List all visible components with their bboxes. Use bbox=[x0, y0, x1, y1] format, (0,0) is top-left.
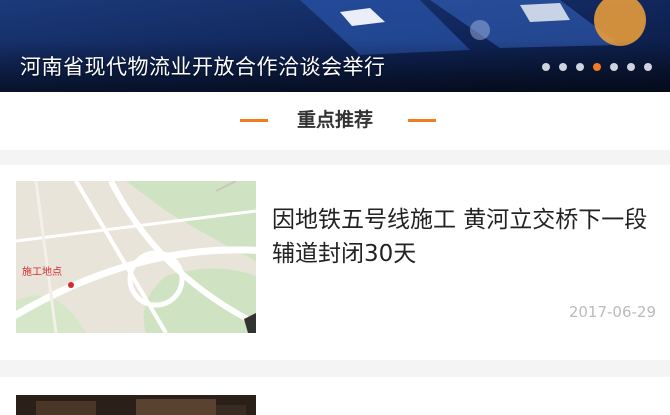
carousel-dot[interactable] bbox=[576, 63, 584, 71]
carousel-dot[interactable] bbox=[627, 63, 635, 71]
photo-image bbox=[16, 395, 256, 415]
news-item[interactable]: 施工地点 因地铁五号线施工 黄河立交桥下一段辅道封闭30天 2017-06-29 bbox=[0, 165, 670, 360]
carousel-indicators bbox=[542, 63, 652, 71]
map-thumbnail[interactable]: 施工地点 bbox=[16, 181, 256, 333]
banner-carousel[interactable]: 河南省现代物流业开放合作洽谈会举行 bbox=[0, 0, 670, 92]
news-title[interactable]: 因地铁五号线施工 黄河立交桥下一段辅道封闭30天 bbox=[272, 203, 652, 271]
section-title: 重点推荐 bbox=[296, 109, 373, 131]
carousel-dot[interactable] bbox=[610, 63, 618, 71]
news-date: 2017-06-29 bbox=[568, 303, 656, 321]
map-marker-label: 施工地点 bbox=[22, 265, 62, 278]
section-header: 重点推荐 bbox=[0, 92, 670, 150]
carousel-dot[interactable] bbox=[644, 63, 652, 71]
photo-thumbnail[interactable] bbox=[16, 395, 256, 415]
map-image: 施工地点 bbox=[16, 181, 256, 333]
news-item[interactable] bbox=[0, 377, 670, 415]
carousel-dot[interactable] bbox=[559, 63, 567, 71]
app-screen: 河南省现代物流业开放合作洽谈会举行 重点推荐 施工地点 因地铁五号线施工 黄河立… bbox=[0, 0, 670, 415]
section-divider-right bbox=[408, 119, 436, 122]
carousel-dot[interactable] bbox=[542, 63, 550, 71]
carousel-dot-active[interactable] bbox=[593, 63, 601, 71]
banner-title[interactable]: 河南省现代物流业开放合作洽谈会举行 bbox=[20, 52, 386, 82]
